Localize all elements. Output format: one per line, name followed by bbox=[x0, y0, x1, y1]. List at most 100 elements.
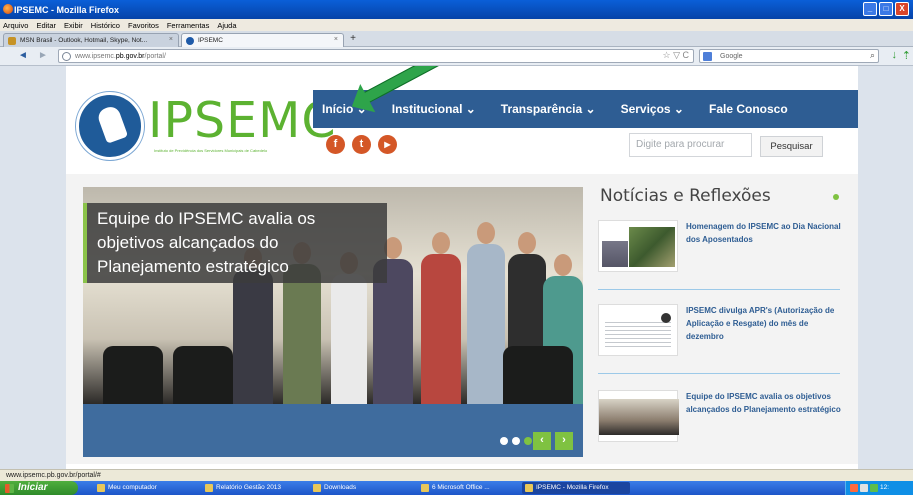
tray-icon[interactable] bbox=[860, 484, 868, 492]
url-prefix: www.ipsemc. bbox=[75, 52, 116, 60]
slide-dot-active[interactable] bbox=[524, 437, 532, 445]
search-button[interactable]: Pesquisar bbox=[760, 136, 823, 157]
menu-favoritos[interactable]: Favoritos bbox=[128, 21, 159, 30]
window-title: IPSEMC - Mozilla Firefox bbox=[14, 4, 120, 15]
maximize-button[interactable]: □ bbox=[879, 2, 893, 16]
tab-msn[interactable]: MSN Brasil - Outlook, Hotmail, Skype, No… bbox=[3, 33, 179, 47]
site-container: IPSEMC Instituto de Previdência dos Serv… bbox=[66, 66, 858, 469]
menu-arquivo[interactable]: Arquivo bbox=[3, 21, 28, 30]
slide-caption-line: objetivos alcançados do bbox=[97, 233, 279, 252]
tab-label: MSN Brasil - Outlook, Hotmail, Skype, No… bbox=[20, 37, 148, 44]
site-search-input[interactable]: Digite para procurar bbox=[629, 133, 752, 157]
msn-icon bbox=[8, 37, 16, 45]
new-tab-button[interactable]: + bbox=[345, 33, 361, 45]
brand-tagline: Instituto de Previdência dos Servidores … bbox=[154, 148, 268, 153]
slide-dot[interactable] bbox=[512, 437, 520, 445]
slide-dots bbox=[500, 437, 532, 445]
nav-fale-conosco[interactable]: Fale Conosco bbox=[709, 102, 788, 116]
close-window-button[interactable]: X bbox=[895, 2, 909, 16]
url-domain: pb.gov.br bbox=[115, 52, 145, 60]
download-icon[interactable]: ↓ bbox=[892, 49, 898, 61]
browser-search-bar[interactable]: Google ⌕ bbox=[699, 49, 879, 63]
menu-exibir[interactable]: Exibir bbox=[64, 21, 83, 30]
photo-person bbox=[331, 252, 367, 404]
nav-servicos[interactable]: Serviços ⌄ bbox=[621, 102, 684, 116]
menu-historico[interactable]: Histórico bbox=[91, 21, 120, 30]
nav-transparencia[interactable]: Transparência ⌄ bbox=[501, 102, 596, 116]
menu-bar: Arquivo Editar Exibir Histórico Favorito… bbox=[0, 19, 913, 31]
site-logo[interactable]: IPSEMC Instituto de Previdência dos Serv… bbox=[76, 90, 336, 160]
taskbar-item-meu-computador[interactable]: Meu computador bbox=[94, 482, 196, 494]
featured-slider[interactable]: Equipe do IPSEMC avalia os objetivos alc… bbox=[83, 187, 583, 457]
window-titlebar: IPSEMC - Mozilla Firefox _ □ X bbox=[0, 0, 913, 19]
photo-chair bbox=[503, 346, 573, 404]
news-title[interactable]: Homenagem do IPSEMC ao Dia Nacional dos … bbox=[686, 220, 843, 246]
forward-button[interactable]: ► bbox=[38, 50, 48, 61]
tab-close-button[interactable]: × bbox=[334, 36, 338, 43]
taskbar: Iniciar Meu computador Relatório Gestão … bbox=[0, 481, 913, 495]
photo-chair bbox=[173, 346, 233, 404]
slide-caption-line: Planejamento estratégico bbox=[97, 257, 289, 276]
url-suffix: /portal/ bbox=[144, 52, 166, 60]
menu-editar[interactable]: Editar bbox=[36, 21, 56, 30]
tab-ipsemc[interactable]: IPSEMC × bbox=[181, 33, 344, 47]
facebook-icon[interactable]: f bbox=[326, 135, 345, 154]
search-engine-label: Google bbox=[720, 52, 743, 60]
firefox-icon bbox=[3, 4, 13, 14]
photo-chair bbox=[103, 346, 163, 404]
news-dot-icon bbox=[833, 194, 839, 200]
thumbnail-logo bbox=[661, 313, 671, 323]
photo-person bbox=[467, 222, 505, 404]
window-controls: _ □ X bbox=[863, 2, 909, 16]
nav-institucional[interactable]: Institucional ⌄ bbox=[392, 102, 476, 116]
clock[interactable]: 12: bbox=[880, 484, 889, 491]
tray-icon[interactable] bbox=[850, 484, 858, 492]
menu-ajuda[interactable]: Ajuda bbox=[217, 21, 236, 30]
taskbar-item-relatorio[interactable]: Relatório Gestão 2013 bbox=[202, 482, 306, 494]
news-thumbnail[interactable] bbox=[598, 304, 678, 356]
home-icon[interactable]: ⇡ bbox=[902, 49, 911, 62]
news-thumbnail[interactable] bbox=[598, 390, 679, 442]
minimize-button[interactable]: _ bbox=[863, 2, 877, 16]
slide-prev-button[interactable]: ‹ bbox=[533, 432, 551, 450]
tab-label: IPSEMC bbox=[198, 37, 223, 44]
taskbar-item-office[interactable]: 6 Microsoft Office ... bbox=[418, 482, 514, 494]
start-button[interactable]: Iniciar bbox=[0, 481, 78, 495]
news-separator bbox=[598, 373, 840, 374]
news-title[interactable]: Equipe do IPSEMC avalia os objetivos alc… bbox=[686, 390, 843, 416]
thumbnail-photo bbox=[599, 399, 679, 435]
brand-name: IPSEMC bbox=[148, 92, 337, 149]
main-navigation: Início ⌄ Institucional ⌄ Transparência ⌄… bbox=[313, 90, 858, 128]
photo-person bbox=[421, 232, 461, 404]
search-icon[interactable]: ⌕ bbox=[870, 50, 875, 61]
tab-close-button[interactable]: × bbox=[169, 36, 173, 43]
thumbnail-photo bbox=[629, 227, 675, 267]
google-icon bbox=[703, 52, 712, 61]
logo-emblem-icon bbox=[76, 92, 144, 160]
navigation-bar: ◄ ► www.ipsemc. pb.gov.br/portal/ ☆ ▽ C G… bbox=[0, 47, 913, 66]
taskbar-item-firefox[interactable]: IPSEMC - Mozilla Firefox bbox=[522, 482, 630, 494]
news-title[interactable]: IPSEMC divulga APR's (Autorização de Apl… bbox=[686, 304, 843, 343]
back-button[interactable]: ◄ bbox=[18, 50, 28, 61]
url-bar[interactable]: www.ipsemc. pb.gov.br/portal/ ☆ ▽ C bbox=[58, 49, 694, 63]
slide-dot[interactable] bbox=[500, 437, 508, 445]
slider-controls: ‹ › bbox=[83, 404, 583, 457]
tray-icon[interactable] bbox=[870, 484, 878, 492]
menu-ferramentas[interactable]: Ferramentas bbox=[167, 21, 210, 30]
news-heading: Notícias e Reflexões bbox=[600, 186, 771, 206]
slide-next-button[interactable]: › bbox=[555, 432, 573, 450]
taskbar-item-downloads[interactable]: Downloads bbox=[310, 482, 410, 494]
photo-person bbox=[283, 242, 321, 404]
youtube-icon[interactable]: ▶ bbox=[378, 135, 397, 154]
news-thumbnail[interactable] bbox=[598, 220, 678, 272]
bookmark-reload-icons[interactable]: ☆ ▽ C bbox=[663, 50, 690, 61]
thumbnail-document bbox=[605, 319, 671, 349]
slide-caption[interactable]: Equipe do IPSEMC avalia os objetivos alc… bbox=[83, 203, 387, 283]
ipsemc-favicon-icon bbox=[186, 37, 194, 45]
tab-bar: MSN Brasil - Outlook, Hotmail, Skype, No… bbox=[0, 31, 913, 47]
system-tray: 12: bbox=[845, 481, 913, 495]
thumbnail-photo bbox=[602, 241, 628, 267]
twitter-icon[interactable]: t bbox=[352, 135, 371, 154]
slide-caption-line: Equipe do IPSEMC avalia os bbox=[97, 209, 316, 228]
news-separator bbox=[598, 289, 840, 290]
